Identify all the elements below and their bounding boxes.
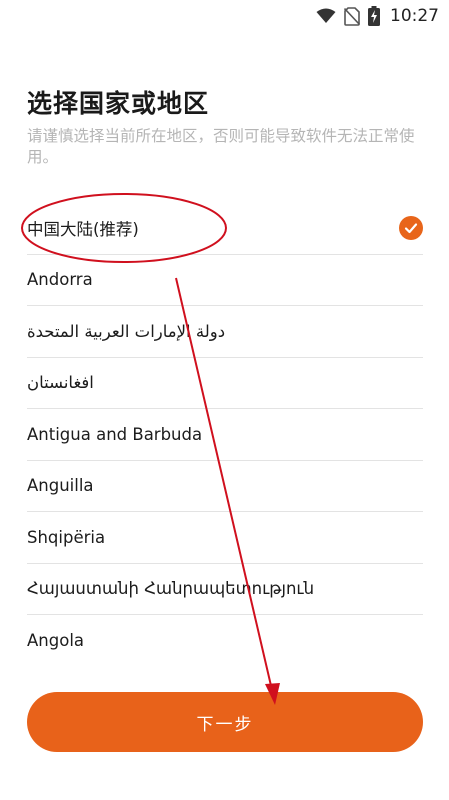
next-button[interactable]: 下一步 (27, 692, 423, 752)
region-item-china-mainland[interactable]: 中国大陆(推荐) (27, 203, 423, 255)
region-list: 中国大陆(推荐) Andorra دولة الإمارات العربية ا… (27, 203, 423, 667)
region-label: Հայաստանի Հանրապետություն (27, 579, 315, 599)
region-item-uae[interactable]: دولة الإمارات العربية المتحدة (27, 306, 423, 358)
battery-charging-icon (368, 6, 380, 26)
region-item-angola[interactable]: Angola (27, 615, 423, 667)
page-subtitle: 请谨慎选择当前所在地区，否则可能导致软件无法正常使用。 (27, 127, 415, 166)
region-item-armenia[interactable]: Հայաստանի Հանրապետություն (27, 564, 423, 615)
check-icon (399, 216, 423, 241)
region-label: Angola (27, 631, 85, 651)
region-label: Shqipëria (27, 527, 106, 547)
region-label: Antigua and Barbuda (27, 424, 203, 444)
region-item-antigua-and-barbuda[interactable]: Antigua and Barbuda (27, 409, 423, 461)
region-label: دولة الإمارات العربية المتحدة (27, 321, 226, 341)
region-label: 中国大陆(推荐) (27, 220, 139, 240)
region-label: Anguilla (27, 476, 94, 496)
status-time: 10:27 (390, 6, 439, 26)
status-bar: 10:27 (0, 0, 449, 32)
wifi-icon (316, 8, 336, 24)
no-sim-icon (344, 6, 360, 26)
region-label: افغانستان (27, 373, 94, 393)
region-label: Andorra (27, 270, 93, 290)
region-item-anguilla[interactable]: Anguilla (27, 461, 423, 512)
region-item-albania[interactable]: Shqipëria (27, 512, 423, 564)
page-title: 选择国家或地区 (27, 89, 210, 118)
region-item-andorra[interactable]: Andorra (27, 255, 423, 306)
region-item-afghanistan[interactable]: افغانستان (27, 358, 423, 409)
